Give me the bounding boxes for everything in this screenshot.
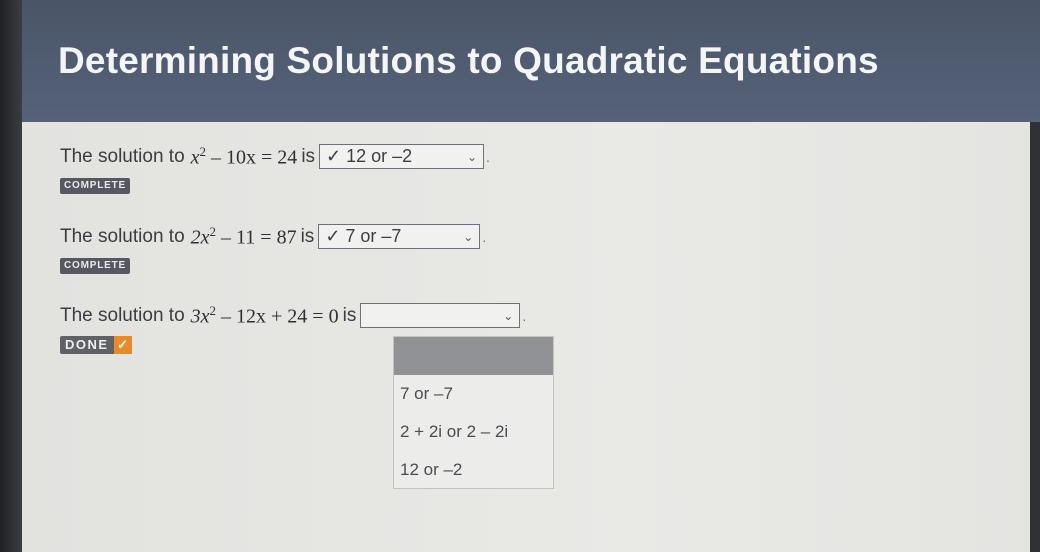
status-badge-complete-2: COMPLETE	[60, 258, 130, 274]
dropdown-option[interactable]: 2 + 2i or 2 – 2i	[394, 413, 553, 451]
question-3-prefix: The solution to	[60, 304, 185, 326]
period-mark: .	[482, 228, 487, 245]
chevron-down-icon: ⌄	[463, 229, 474, 244]
dropdown-option[interactable]: 7 or –7	[394, 375, 553, 413]
chevron-down-icon: ⌄	[503, 308, 514, 323]
period-mark: .	[486, 148, 490, 165]
question-3-suffix: is	[342, 304, 357, 326]
equation-rest: – 10x = 24	[206, 146, 298, 169]
equation-rest: – 11 = 87	[216, 226, 297, 249]
question-2-equation: 2x2 – 11 = 87	[191, 224, 297, 250]
question-2-prefix: The solution to	[60, 225, 185, 247]
answer-select-1[interactable]: ✓ 12 or –2 ⌄	[319, 144, 485, 170]
chevron-down-icon: ⌄	[466, 149, 478, 164]
check-icon: ✓	[113, 336, 132, 354]
status-badge-complete-1: COMPLETE	[60, 178, 130, 194]
answer-select-3[interactable]: ⌄	[360, 303, 521, 329]
equation-term: x	[190, 146, 200, 169]
answer-select-1-value: ✓ 12 or –2	[326, 146, 413, 167]
answer-select-2-value: ✓ 7 or –7	[325, 226, 402, 247]
question-2: The solution to 2x2 – 11 = 87 is ✓ 7 or …	[60, 224, 486, 250]
done-label: DONE	[60, 336, 114, 354]
status-badge-done: DONE ✓	[60, 336, 132, 354]
question-1-equation: x2 – 10x = 24	[191, 144, 298, 170]
dropdown-option-blank[interactable]	[394, 337, 553, 375]
question-1-suffix: is	[301, 145, 316, 167]
question-1-prefix: The solution to	[60, 145, 185, 167]
dropdown-option[interactable]: 12 or –2	[394, 451, 553, 489]
answer-select-2[interactable]: ✓ 7 or –7 ⌄	[318, 224, 481, 250]
equation-rest: – 12x + 24 = 0	[216, 305, 339, 328]
question-3: The solution to 3x2 – 12x + 24 = 0 is ⌄ …	[60, 303, 526, 329]
answer-dropdown-list: 7 or –7 2 + 2i or 2 – 2i 12 or –2	[393, 336, 554, 489]
page-title: Determining Solutions to Quadratic Equat…	[58, 40, 879, 81]
content-panel: The solution to x2 – 10x = 24 is ✓ 12 or…	[22, 122, 1030, 552]
page-header: Determining Solutions to Quadratic Equat…	[22, 0, 1040, 122]
screen-bezel-right	[1030, 122, 1040, 552]
question-1: The solution to x2 – 10x = 24 is ✓ 12 or…	[60, 144, 490, 170]
equation-term: 3x	[190, 305, 210, 328]
screen-bezel-left	[0, 0, 22, 552]
question-3-equation: 3x2 – 12x + 24 = 0	[191, 303, 339, 329]
question-2-suffix: is	[300, 225, 315, 247]
equation-term: 2x	[190, 226, 210, 249]
period-mark: .	[522, 307, 527, 324]
